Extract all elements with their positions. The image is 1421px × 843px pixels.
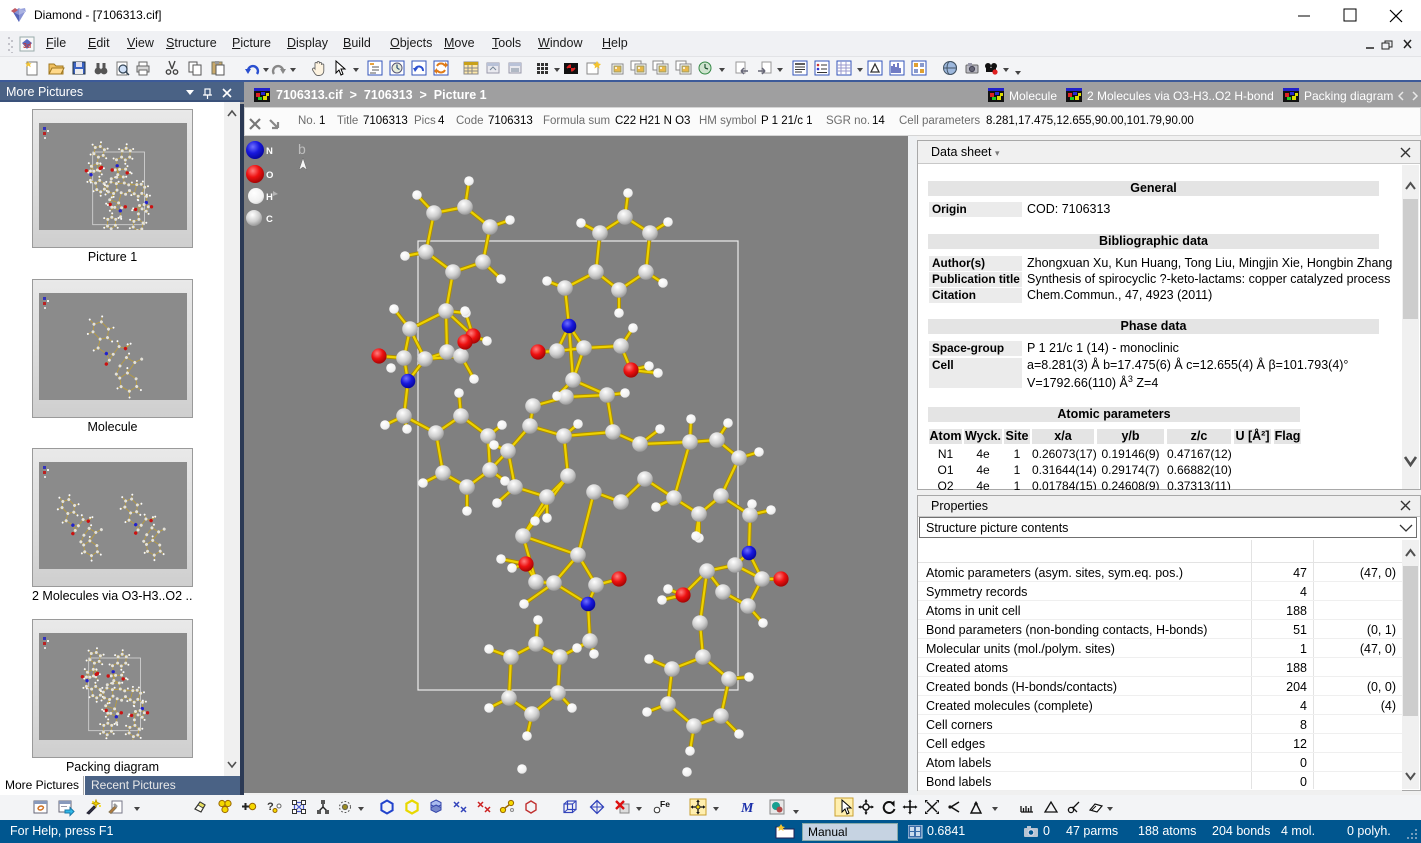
- svg-text:H: H: [266, 192, 273, 203]
- svg-text:O: O: [266, 170, 273, 181]
- svg-text:N: N: [266, 146, 273, 157]
- svg-text:b: b: [298, 141, 306, 157]
- svg-text:3d: 3d: [23, 43, 31, 50]
- svg-text:C: C: [266, 214, 273, 225]
- svg-text:M: M: [740, 801, 754, 816]
- svg-text:Fe: Fe: [660, 799, 670, 809]
